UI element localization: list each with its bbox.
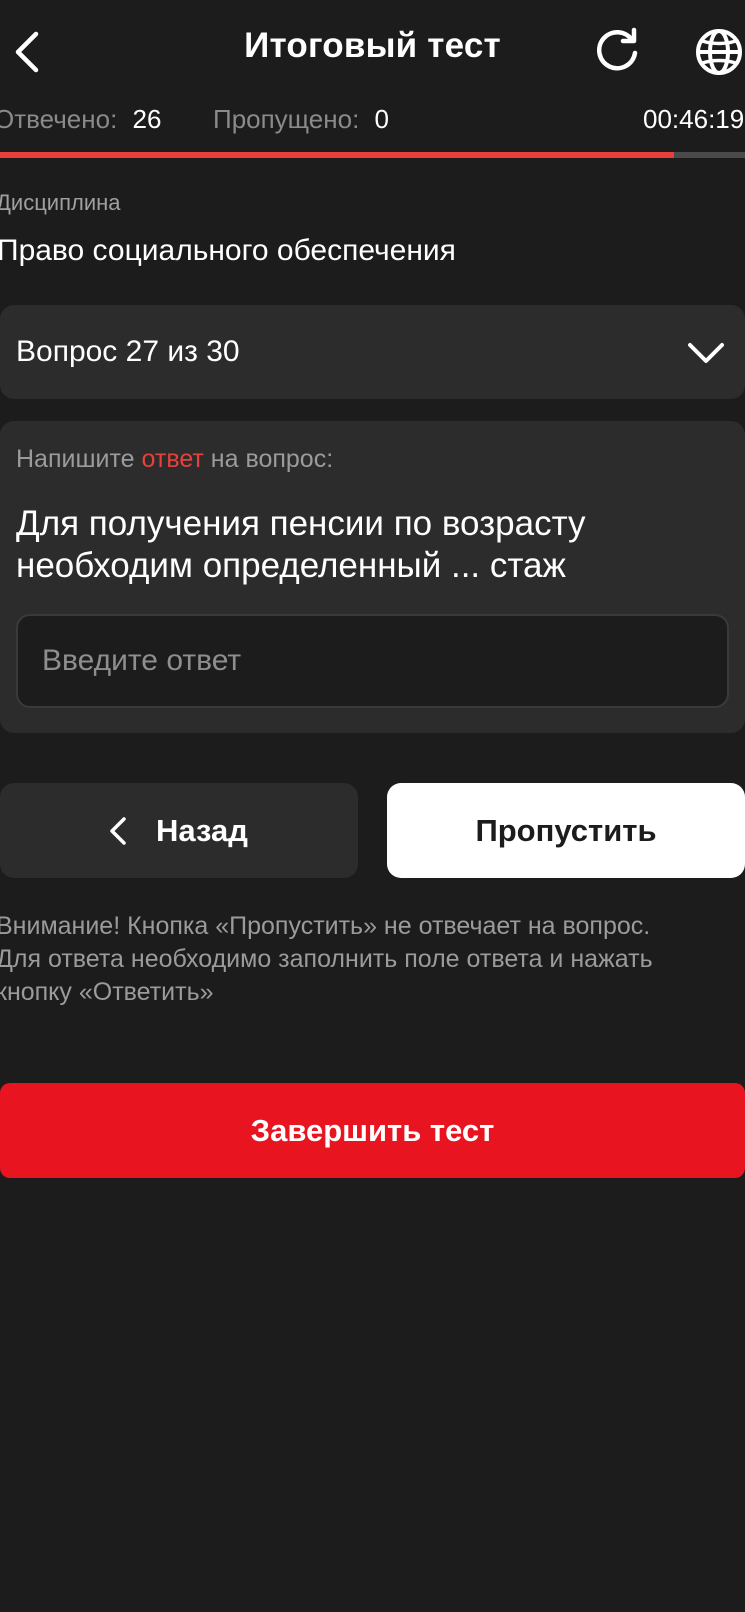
back-button[interactable]: Назад [0,783,358,878]
globe-icon [696,29,742,75]
reload-icon [596,27,638,71]
skipped-value: 0 [374,104,389,134]
finish-test-button[interactable]: Завершить тест [0,1083,745,1178]
skip-button[interactable]: Пропустить [387,783,745,878]
back-button-label: Назад [156,813,248,848]
reload-button[interactable] [592,26,642,76]
timer: 00:46:19 [643,104,745,134]
discipline-value: Право социального обеспечения [0,234,456,267]
answered-count: Отвечено: 26 [0,104,161,135]
question-number: Вопрос 27 из 30 [16,335,240,368]
question-prompt: Напишите ответ на вопрос: [16,445,333,474]
top-bar: Итоговый тест [0,0,745,100]
warning-line: Для ответа необходимо заполнить поле отв… [0,945,653,973]
chevron-down-icon [688,343,724,363]
discipline-label: Дисциплина [0,190,121,215]
question-selector[interactable]: Вопрос 27 из 30 [0,305,745,399]
prompt-text-start: Напишите [16,445,142,473]
stats-bar: Отвечено: 26 Пропущено: 0 00:46:19 [0,104,745,144]
answered-label: Отвечено: [0,104,118,134]
answered-value: 26 [132,104,162,134]
question-card: Напишите ответ на вопрос: Для получения … [0,421,745,733]
answer-input[interactable] [16,614,729,708]
language-button[interactable] [693,26,745,78]
skipped-count: Пропущено: 0 [213,104,389,135]
prompt-accent-word: ответ [141,445,204,473]
progress-bar [0,152,745,158]
question-text: Для получения пенсии по возрасту необход… [16,504,586,585]
warning-line: кнопку «Ответить» [0,978,214,1006]
skip-warning: Внимание! Кнопка «Пропустить» не отвечае… [0,910,745,1009]
chevron-left-icon [110,817,126,845]
skipped-label: Пропущено: [213,104,360,134]
prompt-text-end: на вопрос: [203,445,334,473]
test-screen: Итоговый тест Отвечено: 26 Пропущено: 0 [0,0,745,1612]
warning-line: Внимание! Кнопка «Пропустить» не отвечае… [0,912,651,940]
progress-fill [0,152,675,158]
